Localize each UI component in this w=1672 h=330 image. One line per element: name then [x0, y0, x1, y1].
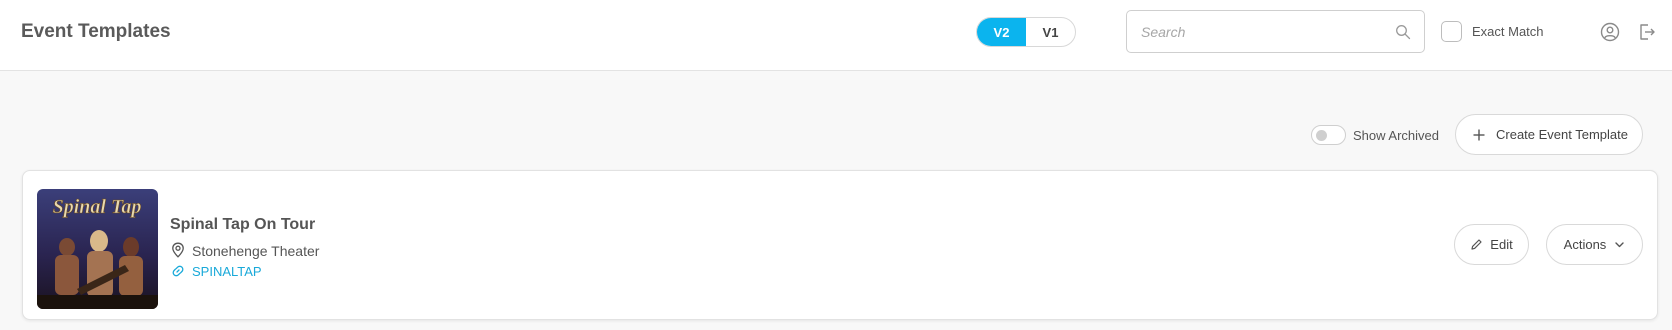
search-input[interactable]: [1127, 11, 1387, 52]
svg-text:Spinal Tap: Spinal Tap: [53, 196, 142, 218]
plus-icon: [1473, 129, 1485, 140]
actions-dropdown-button[interactable]: Actions: [1546, 224, 1643, 265]
show-archived-toggle[interactable]: [1311, 125, 1346, 145]
edit-label: Edit: [1490, 237, 1513, 252]
event-slug-link[interactable]: SPINALTAP: [192, 263, 262, 280]
create-event-template-button[interactable]: Create Event Template: [1455, 114, 1643, 155]
top-bar: Event Templates V2 V1 Exact Match: [0, 0, 1672, 71]
link-icon: [172, 265, 184, 277]
exact-match-label: Exact Match: [1472, 24, 1544, 39]
version-toggle: V2 V1: [976, 17, 1076, 47]
event-venue: Stonehenge Theater: [192, 243, 320, 259]
user-icon[interactable]: [1600, 22, 1620, 42]
edit-button[interactable]: Edit: [1454, 224, 1529, 265]
version-v2-option[interactable]: V2: [977, 18, 1026, 46]
location-pin-icon: [172, 242, 184, 258]
show-archived-label: Show Archived: [1353, 128, 1439, 143]
create-event-template-label: Create Event Template: [1496, 127, 1628, 142]
actions-label: Actions: [1563, 237, 1607, 252]
pencil-icon: [1471, 239, 1482, 250]
search-box: [1126, 10, 1425, 53]
logout-icon[interactable]: [1637, 22, 1657, 42]
search-icon[interactable]: [1395, 24, 1411, 40]
event-name[interactable]: Spinal Tap On Tour: [170, 215, 315, 235]
page-title: Event Templates: [21, 21, 171, 42]
chevron-down-icon: [1615, 242, 1625, 248]
toggle-knob: [1316, 130, 1327, 141]
exact-match-checkbox[interactable]: [1441, 21, 1462, 42]
event-template-card: Spinal Tap Spinal Tap On Tour Stonehenge…: [22, 170, 1658, 320]
event-poster-image: Spinal Tap: [37, 189, 158, 309]
version-v1-option[interactable]: V1: [1026, 18, 1075, 46]
